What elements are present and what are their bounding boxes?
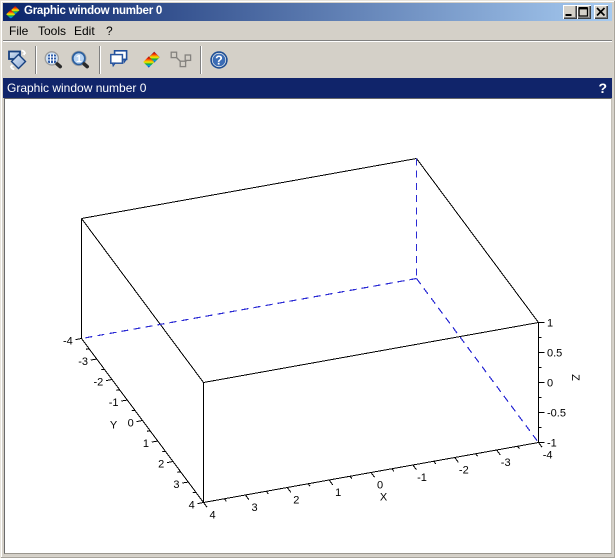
svg-text:Y: Y	[110, 419, 118, 431]
svg-text:-1: -1	[547, 437, 557, 449]
svg-text:1: 1	[335, 487, 341, 499]
svg-text:-0.5: -0.5	[547, 407, 566, 419]
svg-text:1: 1	[547, 317, 553, 329]
svg-text:3: 3	[251, 502, 257, 514]
svg-text:4: 4	[189, 499, 195, 511]
svg-text:Z: Z	[569, 374, 581, 381]
svg-text:X: X	[380, 491, 388, 503]
svg-text:2: 2	[293, 494, 299, 506]
svg-text:0: 0	[128, 417, 134, 429]
svg-text:-2: -2	[94, 376, 104, 388]
svg-text:-3: -3	[501, 457, 511, 469]
svg-text:-4: -4	[543, 449, 553, 461]
svg-text:?: ?	[215, 53, 223, 67]
svg-text:-3: -3	[78, 356, 88, 368]
svg-text:-1: -1	[417, 472, 427, 484]
svg-text:0.5: 0.5	[547, 347, 562, 359]
svg-text:1: 1	[143, 438, 149, 450]
svg-text:-1: -1	[109, 397, 119, 409]
svg-text:2: 2	[158, 458, 164, 470]
svg-text:1: 1	[76, 53, 82, 65]
svg-text:0: 0	[377, 479, 383, 491]
svg-text:4: 4	[210, 509, 216, 521]
svg-text:-4: -4	[63, 335, 73, 347]
svg-text:3: 3	[173, 479, 179, 491]
svg-text:0: 0	[547, 377, 553, 389]
svg-text:-2: -2	[459, 464, 469, 476]
